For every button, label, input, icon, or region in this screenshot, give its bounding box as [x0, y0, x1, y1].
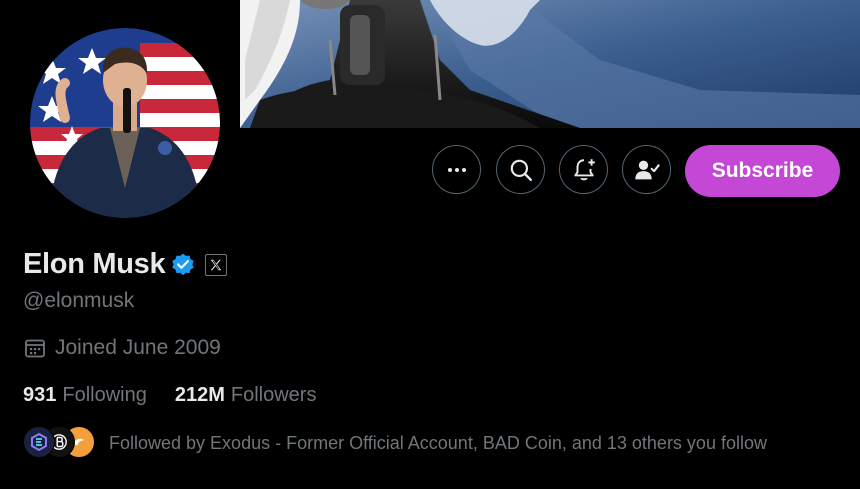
following-link[interactable]: 931 Following [23, 384, 147, 407]
x-affiliate-icon[interactable] [205, 253, 228, 276]
followers-label: Followers [230, 384, 317, 406]
more-button[interactable] [432, 145, 481, 194]
search-button[interactable] [496, 145, 545, 194]
followers-you-know[interactable]: Followed by Exodus - Former Official Acc… [23, 426, 767, 460]
user-handle: @elonmusk [23, 289, 135, 312]
exodus-avatar [23, 426, 55, 458]
joined-date: Joined June 2009 [23, 336, 221, 360]
calendar-icon [23, 336, 47, 360]
following-label: Following [62, 384, 147, 406]
follow-stats: 931 Following 212M Followers [23, 384, 344, 407]
following-count: 931 [23, 384, 57, 406]
name-row: Elon Musk [23, 248, 228, 281]
display-name: Elon Musk [23, 248, 166, 280]
notifications-button[interactable] [559, 145, 608, 194]
followers-count: 212M [174, 384, 225, 406]
profile-avatar[interactable] [27, 25, 223, 221]
followed-by-text: Followed by Exodus - Former Official Acc… [109, 432, 767, 453]
verified-badge-icon[interactable] [170, 252, 196, 278]
subscribe-button[interactable]: Subscribe [685, 145, 840, 197]
followers-link[interactable]: 212M Followers [175, 384, 317, 407]
joined-text: Joined June 2009 [55, 336, 221, 359]
search-icon [510, 159, 532, 181]
person-check-icon [634, 160, 660, 179]
more-icon [447, 167, 466, 172]
following-button[interactable] [622, 145, 671, 194]
bell-plus-icon [573, 158, 595, 180]
mutual-avatars [23, 426, 95, 460]
